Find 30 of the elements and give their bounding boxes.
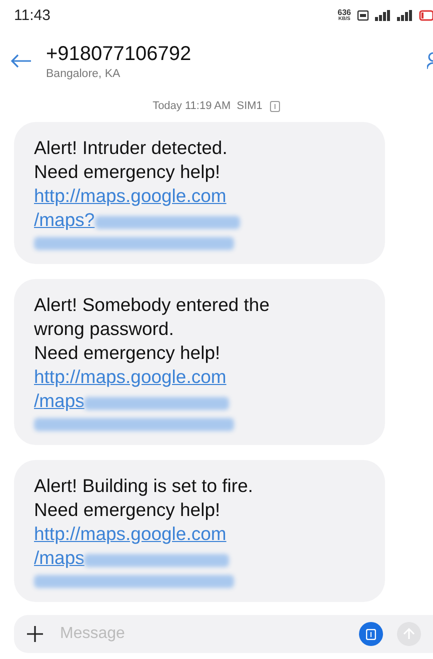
message-text: wrong password. [34,317,175,341]
message-text: Need emergency help! [34,341,222,365]
up-arrow-icon [403,628,415,640]
message-input[interactable]: Message [58,624,345,644]
map-link[interactable]: http://maps.google.com [34,184,226,208]
contact-location: Bangalore, KA [46,68,122,80]
sim-card-icon [270,100,280,112]
message-field[interactable]: Message [14,615,433,653]
map-link[interactable]: /maps [34,546,84,570]
message-text: Need emergency help! [34,498,222,522]
back-arrow-icon[interactable] [10,54,32,68]
message-timestamp: Today 11:19 AM SIM1 [152,100,262,112]
battery-icon [419,10,433,20]
person-icon[interactable] [427,52,433,70]
message-text: Alert! Building is set to fire. [34,474,254,498]
message-text: Need emergency help! [34,160,222,184]
map-link[interactable]: /maps [34,389,84,413]
network-speed: 636 [338,8,351,16]
signal-icon [375,10,391,20]
signal-icon [397,10,413,20]
status-time: 11:43 [14,6,50,24]
map-link[interactable]: http://maps.google.com [34,522,226,546]
sim-card-icon [366,628,376,640]
map-link[interactable]: http://maps.google.com [34,365,226,389]
message-text: Alert! Somebody entered the [34,293,271,317]
contact-number: +918077106792 [46,42,192,66]
message-text: Alert! Intruder detected. [34,136,228,160]
plus-icon[interactable] [26,625,44,643]
map-link[interactable]: /maps? [34,208,95,232]
sim-select-button[interactable] [359,622,383,646]
